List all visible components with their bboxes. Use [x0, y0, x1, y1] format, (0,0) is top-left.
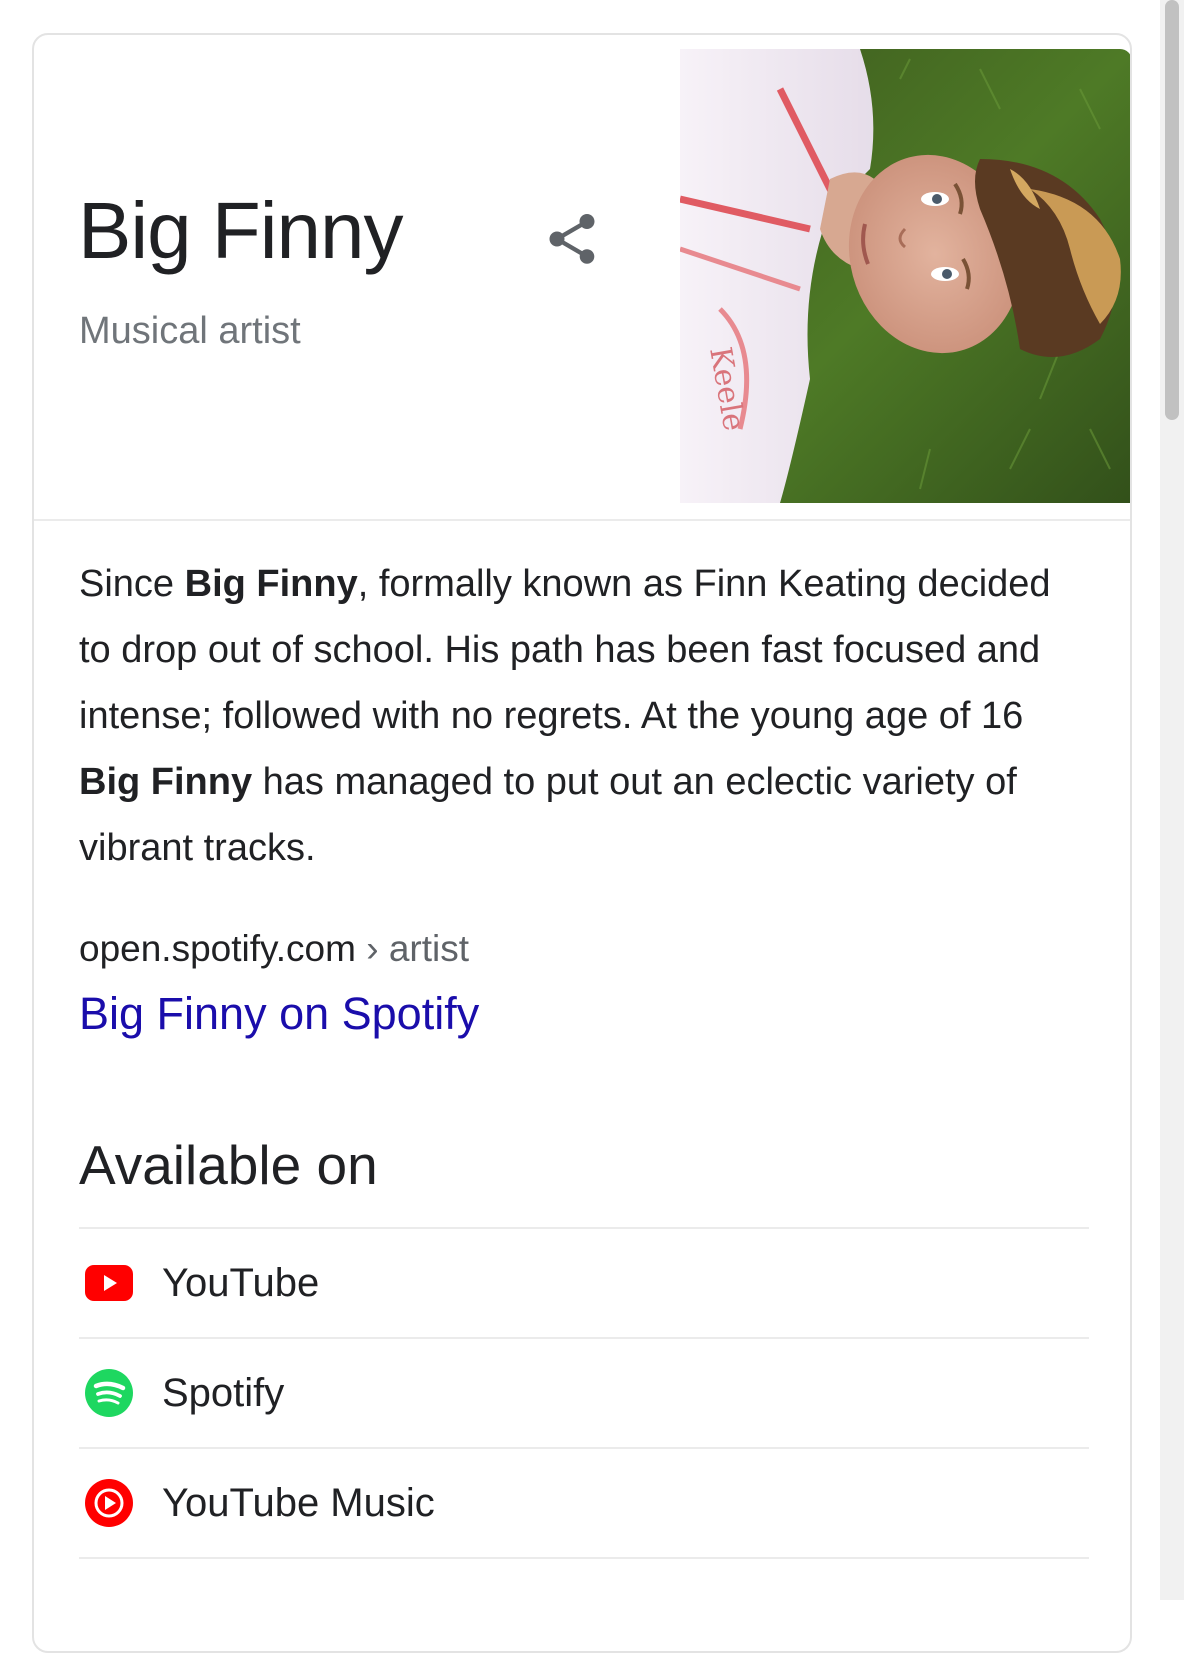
scrollbar-thumb[interactable] [1165, 0, 1179, 420]
provider-label: YouTube [162, 1261, 320, 1305]
provider-label: Spotify [162, 1371, 285, 1415]
description-bold-1: Big Finny [184, 563, 358, 605]
provider-spotify[interactable]: Spotify [79, 1337, 1089, 1447]
source-domain: open.spotify.com [79, 928, 356, 969]
provider-youtube-music[interactable]: YouTube Music [79, 1447, 1089, 1559]
provider-label: YouTube Music [162, 1481, 435, 1525]
source-path: artist [388, 928, 470, 969]
youtube-music-icon [83, 1477, 135, 1529]
panel-subtitle: Musical artist [79, 310, 301, 352]
share-button[interactable] [534, 201, 610, 277]
artist-photo-image: Keele [680, 49, 1130, 503]
panel-header: Big Finny Musical artist Keele [34, 35, 1130, 521]
provider-youtube[interactable]: YouTube [79, 1227, 1089, 1337]
spotify-icon [83, 1367, 135, 1419]
panel-title: Big Finny [78, 186, 403, 275]
youtube-icon [83, 1257, 135, 1309]
source-citation: open.spotify.com › artist [79, 925, 469, 973]
page-scrollbar[interactable] [1160, 0, 1184, 1600]
artist-description: Since Big Finny, formally known as Finn … [79, 551, 1089, 881]
source-link[interactable]: Big Finny on Spotify [79, 986, 479, 1042]
artist-photo[interactable]: Keele [680, 49, 1130, 503]
provider-list: YouTube Spotify YouTube Music [79, 1227, 1089, 1559]
description-bold-2: Big Finny [79, 761, 253, 803]
share-icon [549, 214, 595, 264]
knowledge-panel: Big Finny Musical artist Keele Since Big… [32, 33, 1132, 1653]
available-on-heading: Available on [79, 1134, 378, 1196]
source-separator: › [355, 928, 389, 969]
description-text-1: Since [79, 563, 185, 605]
